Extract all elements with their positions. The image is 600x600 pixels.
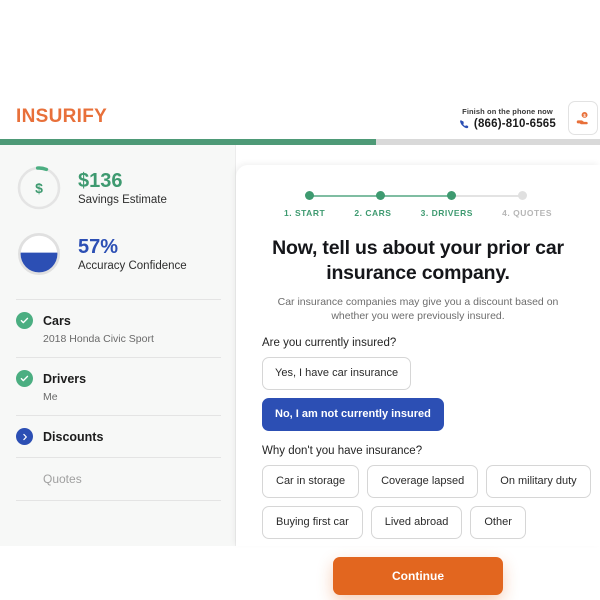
step-dot-drivers[interactable]	[447, 191, 456, 200]
phone-icon	[460, 119, 469, 128]
step-indicator	[302, 191, 534, 201]
chevron-right-circle-icon	[16, 428, 33, 445]
accuracy-confidence-value: 57%	[78, 236, 119, 258]
svg-text:$: $	[35, 180, 43, 196]
step-label-cars[interactable]: 2. CARS	[354, 208, 391, 218]
option-buying-first-car[interactable]: Buying first car	[262, 506, 363, 539]
option-no-not-insured[interactable]: No, I am not currently insured	[262, 398, 444, 431]
continue-button[interactable]: Continue	[333, 557, 503, 595]
question-currently-insured: Are you currently insured? Yes, I have c…	[262, 337, 600, 431]
step-connector-2	[379, 195, 450, 197]
sidebar-item-cars-label: Cars	[43, 313, 71, 328]
hand-money-button[interactable]: $	[568, 101, 598, 135]
phone-number-row[interactable]: (866)-810-6565	[459, 118, 556, 130]
accuracy-confidence-label: Accuracy Confidence	[78, 260, 187, 272]
sidebar-item-drivers-sublabel: Me	[43, 391, 58, 403]
page-title: Now, tell us about your prior car insura…	[272, 237, 564, 284]
sidebar-item-discounts-label: Discounts	[43, 429, 104, 444]
sidebar-item-cars[interactable]: Cars 2018 Honda Civic Sport	[0, 300, 235, 357]
accuracy-confidence-meter: 57% Accuracy Confidence	[0, 231, 235, 277]
main-card: 1. START 2. CARS 3. DRIVERS 4. QUOTES No…	[236, 165, 600, 595]
step-connector-1	[308, 195, 379, 197]
savings-estimate-value: $136	[78, 170, 123, 192]
divider	[16, 500, 221, 501]
savings-estimate-meter: $ $136 Savings Estimate	[0, 165, 235, 211]
sidebar: $ $136 Savings Estimate 57% Accuracy Con…	[0, 145, 236, 546]
step-dot-start[interactable]	[305, 191, 314, 200]
sidebar-item-drivers-head: Drivers	[16, 370, 221, 387]
option-coverage-lapsed[interactable]: Coverage lapsed	[367, 465, 479, 498]
question-currently-insured-prompt: Are you currently insured?	[262, 337, 397, 349]
insurify-quote-page: INSURIFY Finish on the phone now (866)-8…	[0, 0, 600, 600]
phone-cta[interactable]: Finish on the phone now (866)-810-6565	[459, 106, 558, 130]
question-why-no-insurance: Why don't you have insurance? Car in sto…	[262, 445, 600, 539]
sidebar-item-quotes-label: Quotes	[43, 472, 82, 486]
option-other[interactable]: Other	[470, 506, 526, 539]
sidebar-item-quotes-head: Quotes	[16, 472, 221, 486]
step-connector-3	[450, 195, 522, 197]
sidebar-item-drivers-label: Drivers	[43, 371, 87, 386]
header-right-group: Finish on the phone now (866)-810-6565 $	[459, 98, 600, 138]
option-on-military-duty[interactable]: On military duty	[486, 465, 591, 498]
sidebar-item-drivers[interactable]: Drivers Me	[0, 358, 235, 415]
dollar-icon: $	[17, 166, 61, 210]
step-labels: 1. START 2. CARS 3. DRIVERS 4. QUOTES	[284, 208, 552, 218]
sidebar-item-discounts[interactable]: Discounts	[0, 416, 235, 457]
option-yes-have-insurance[interactable]: Yes, I have car insurance	[262, 357, 412, 390]
page-subtitle: Car insurance companies may give you a d…	[277, 296, 559, 322]
step-label-start[interactable]: 1. START	[284, 208, 325, 218]
check-circle-icon	[16, 370, 33, 387]
question-currently-insured-options: Yes, I have car insurance No, I am not c…	[262, 357, 600, 431]
continue-row: Continue	[236, 557, 600, 595]
question-why-no-insurance-options: Car in storage Coverage lapsed On milita…	[262, 465, 600, 539]
step-dot-quotes[interactable]	[518, 191, 527, 200]
sidebar-item-cars-head: Cars	[16, 312, 221, 329]
sidebar-item-discounts-head: Discounts	[16, 428, 221, 445]
savings-estimate-label: Savings Estimate	[78, 194, 167, 206]
question-why-no-insurance-prompt: Why don't you have insurance?	[262, 445, 423, 457]
sidebar-item-quotes[interactable]: Quotes	[0, 458, 235, 500]
check-circle-icon	[16, 312, 33, 329]
step-dot-cars[interactable]	[376, 191, 385, 200]
insurify-logo[interactable]: INSURIFY	[16, 106, 107, 128]
accuracy-confidence-text: 57% Accuracy Confidence	[78, 236, 187, 272]
savings-estimate-text: $136 Savings Estimate	[78, 170, 167, 206]
option-lived-abroad[interactable]: Lived abroad	[370, 506, 463, 539]
confidence-gauge-icon	[17, 232, 61, 276]
step-label-drivers[interactable]: 3. DRIVERS	[421, 208, 473, 218]
phone-cta-label: Finish on the phone now	[462, 107, 553, 116]
option-car-in-storage[interactable]: Car in storage	[262, 465, 360, 498]
sidebar-item-cars-sublabel: 2018 Honda Civic Sport	[43, 333, 154, 345]
phone-number[interactable]: (866)-810-6565	[474, 118, 556, 130]
step-label-quotes[interactable]: 4. QUOTES	[502, 208, 552, 218]
hand-money-icon: $	[576, 111, 588, 124]
site-header: INSURIFY Finish on the phone now (866)-8…	[0, 98, 600, 138]
sidebar-nav: Cars 2018 Honda Civic Sport Drivers Me D…	[0, 299, 235, 501]
